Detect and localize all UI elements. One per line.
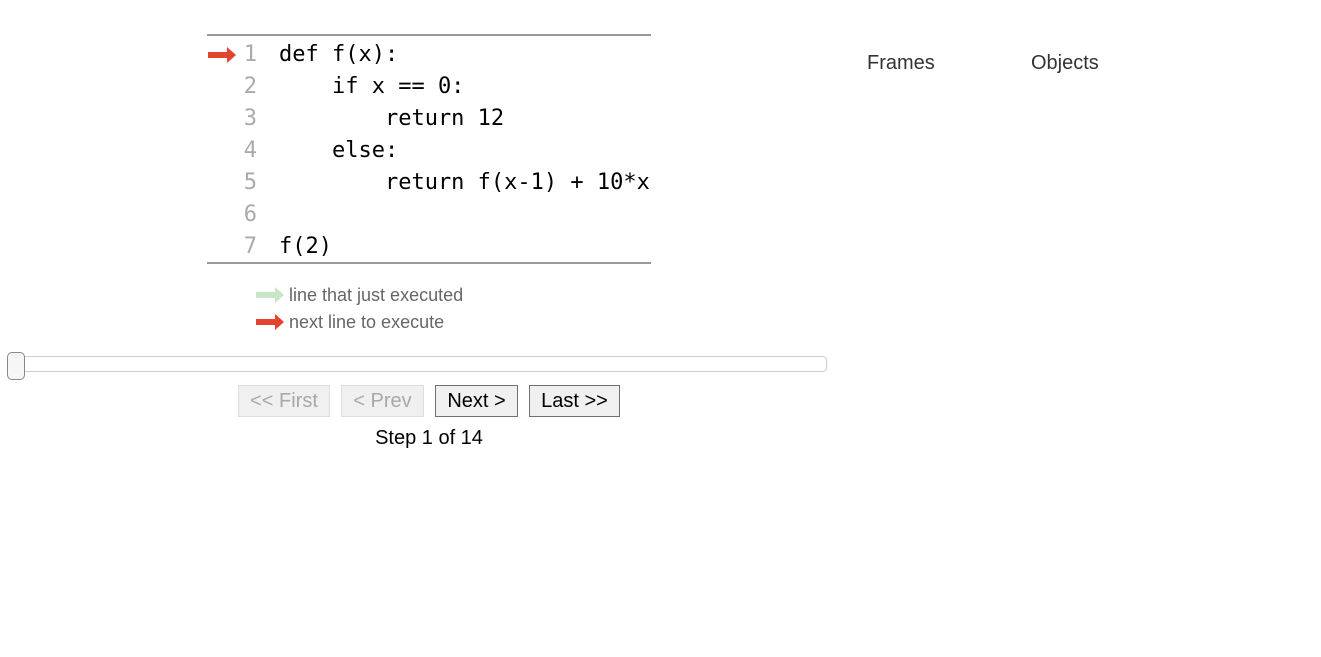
next-arrow-icon bbox=[256, 314, 284, 330]
line-code: f(2) bbox=[279, 234, 332, 259]
line-number: 4 bbox=[243, 138, 257, 163]
line-number: 6 bbox=[243, 202, 257, 227]
executed-arrow-icon bbox=[256, 287, 284, 303]
first-button[interactable]: << First bbox=[238, 385, 330, 417]
line-number: 7 bbox=[243, 234, 257, 259]
code-line-2: 2 if x == 0: bbox=[207, 71, 651, 103]
code-line-4: 4 else: bbox=[207, 135, 651, 167]
line-number: 2 bbox=[243, 74, 257, 99]
step-slider-handle[interactable] bbox=[7, 352, 25, 380]
frames-header: Frames bbox=[867, 52, 935, 74]
line-code: return 12 bbox=[279, 106, 505, 131]
line-number: 5 bbox=[243, 170, 257, 195]
step-counter: Step 1 of 14 bbox=[375, 427, 483, 449]
line-number: 3 bbox=[243, 106, 257, 131]
line-code: else: bbox=[279, 138, 399, 163]
code-line-3: 3 return 12 bbox=[207, 103, 651, 135]
legend-just-executed-label: line that just executed bbox=[289, 285, 464, 305]
next-line-arrow-icon bbox=[208, 47, 236, 63]
step-slider-track[interactable] bbox=[10, 356, 827, 372]
line-code: if x == 0: bbox=[279, 74, 465, 99]
code-panel: 1 def f(x): 2 if x == 0: 3 return 12 4 e… bbox=[207, 34, 651, 264]
objects-header: Objects bbox=[1031, 52, 1099, 74]
line-number: 1 bbox=[243, 42, 257, 67]
line-code: return f(x-1) + 10*x bbox=[279, 170, 650, 195]
prev-button[interactable]: < Prev bbox=[341, 385, 424, 417]
last-button[interactable]: Last >> bbox=[529, 385, 620, 417]
code-line-1: 1 def f(x): bbox=[207, 39, 651, 71]
legend-next-to-execute-label: next line to execute bbox=[289, 312, 445, 332]
code-line-6: 6 bbox=[207, 199, 651, 231]
next-button[interactable]: Next > bbox=[435, 385, 518, 417]
line-code: def f(x): bbox=[279, 42, 399, 67]
code-line-5: 5 return f(x-1) + 10*x bbox=[207, 167, 651, 199]
code-line-7: 7 f(2) bbox=[207, 231, 651, 263]
